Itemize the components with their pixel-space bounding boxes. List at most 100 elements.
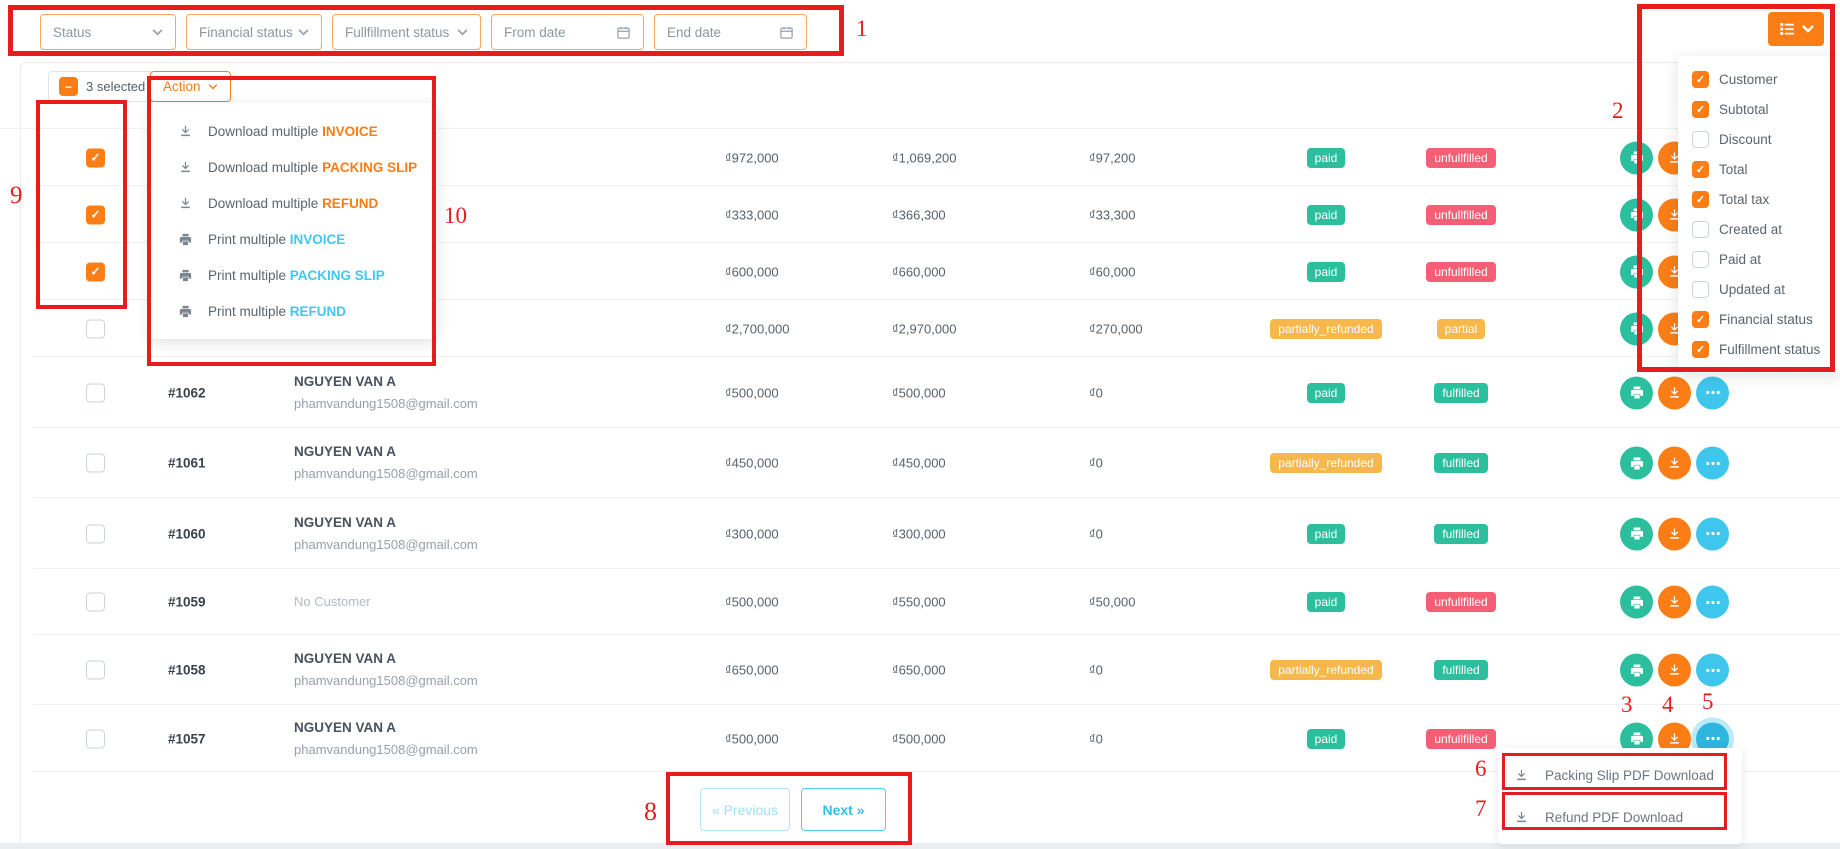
customer-email: phamvandung1508@gmail.com [294, 741, 478, 757]
tax-amount: ₫270,000 [1089, 321, 1143, 336]
subtotal-amount: ₫333,000 [725, 207, 779, 222]
column-settings-button[interactable] [1768, 12, 1824, 46]
fulfillment-status-filter-select[interactable]: Fullfillment status [332, 14, 481, 50]
checkbox[interactable] [1692, 281, 1709, 299]
end-date-input[interactable]: End date [654, 14, 807, 50]
select-all-checkbox[interactable]: − [59, 77, 78, 96]
customer-name: NGUYEN VAN A [294, 444, 397, 459]
row-checkbox[interactable] [86, 729, 105, 748]
column-toggle-updated-at[interactable]: Updated at [1692, 281, 1840, 299]
download-menu-item[interactable]: Download multiple INVOICE [150, 113, 437, 149]
column-toggle-created-at[interactable]: Created at [1692, 221, 1840, 239]
menu-item-keyword: REFUND [289, 303, 347, 319]
printer-icon [178, 268, 193, 283]
financial-status-filter-select[interactable]: Financial status [186, 14, 322, 50]
checkbox[interactable]: ✓ [1692, 100, 1709, 118]
selected-count-label: 3 selected [86, 79, 146, 94]
column-toggle-subtotal[interactable]: ✓ Subtotal [1692, 100, 1840, 118]
checkbox[interactable] [1692, 251, 1709, 269]
more-actions-button[interactable] [1696, 446, 1729, 480]
checkbox[interactable]: ✓ [1692, 190, 1709, 208]
download-button[interactable] [1658, 653, 1691, 687]
row-checkbox[interactable]: ✓ [86, 148, 105, 167]
menu-item-prefix: Print multiple [208, 303, 290, 319]
print-button[interactable] [1620, 141, 1653, 174]
checkbox[interactable] [1692, 130, 1709, 148]
print-button[interactable] [1620, 446, 1653, 480]
printer-icon [178, 232, 193, 247]
row-checkbox[interactable] [86, 319, 105, 338]
column-toggle-total[interactable]: ✓ Total [1692, 160, 1840, 178]
print-button[interactable] [1620, 585, 1653, 619]
from-date-input[interactable]: From date [491, 14, 644, 50]
print-button[interactable] [1620, 255, 1653, 288]
subtotal-amount: ₫450,000 [725, 455, 779, 471]
row-checkbox[interactable] [86, 660, 105, 680]
print-menu-item[interactable]: Print multiple INVOICE [150, 221, 437, 257]
financial-status-badge: partially_refunded [1270, 318, 1382, 339]
total-amount: ₫2,970,000 [892, 321, 957, 336]
row-checkbox[interactable] [86, 453, 105, 473]
order-number: #1061 [168, 455, 206, 471]
more-actions-button[interactable] [1696, 585, 1729, 619]
action-button[interactable]: Action [150, 71, 231, 102]
order-number: #1057 [168, 731, 206, 746]
menu-item-label: Print multiple REFUND [208, 304, 346, 319]
row-checkbox[interactable] [86, 592, 105, 612]
column-toggle-financial-status[interactable]: ✓ Financial status [1692, 311, 1840, 329]
row-checkbox[interactable]: ✓ [86, 262, 105, 281]
print-button[interactable] [1620, 517, 1653, 550]
download-button[interactable] [1658, 517, 1691, 550]
financial-status-cell: partially_refunded [1250, 660, 1402, 680]
orders-page: Status Financial status Fullfillment sta… [0, 0, 1840, 849]
row-checkbox[interactable] [86, 524, 105, 543]
total-amount: ₫500,000 [892, 385, 946, 400]
row-checkbox[interactable] [86, 383, 105, 402]
menu-item-keyword: INVOICE [289, 231, 346, 247]
column-toggle-customer[interactable]: ✓ Customer [1692, 70, 1840, 88]
checkbox[interactable]: ✓ [1692, 311, 1709, 329]
pdf-download-menu-item[interactable]: Packing Slip PDF Download [1514, 768, 1742, 783]
customer-cell: NGUYEN VAN A phamvandung1508@gmail.com [294, 441, 478, 485]
subtotal-amount: ₫2,700,000 [725, 321, 790, 336]
download-menu-item[interactable]: Download multiple PACKING SLIP [150, 149, 437, 185]
more-actions-button[interactable] [1696, 376, 1729, 409]
pdf-download-menu-item[interactable]: Refund PDF Download [1514, 810, 1742, 825]
checkbox[interactable]: ✓ [1692, 160, 1709, 178]
next-page-button[interactable]: Next » [801, 788, 886, 831]
download-menu-item[interactable]: Download multiple REFUND [150, 185, 437, 221]
customer-cell: NGUYEN VAN A phamvandung1508@gmail.com [294, 512, 478, 556]
previous-page-button[interactable]: « Previous [700, 788, 790, 831]
checkbox[interactable]: ✓ [1692, 341, 1709, 359]
total-amount: ₫500,000 [892, 731, 946, 746]
status-filter-select[interactable]: Status [40, 14, 176, 50]
column-toggle-fulfillment-status[interactable]: ✓ Fulfillment status [1692, 341, 1840, 359]
print-menu-item[interactable]: Print multiple PACKING SLIP [150, 257, 437, 293]
fulfillment-status-badge: fulfilled [1434, 660, 1488, 680]
print-menu-item[interactable]: Print multiple REFUND [150, 293, 437, 329]
menu-item-label: Print multiple PACKING SLIP [208, 268, 385, 283]
more-actions-button[interactable] [1696, 653, 1729, 687]
checkbox[interactable]: ✓ [1692, 70, 1709, 88]
annotation-label-2: 2 [1612, 98, 1624, 123]
column-toggle-total-tax[interactable]: ✓ Total tax [1692, 190, 1840, 208]
customer-name: NGUYEN VAN A [294, 719, 397, 735]
subtotal-amount: ₫650,000 [725, 662, 779, 678]
more-actions-button[interactable] [1696, 517, 1729, 550]
checkbox[interactable] [1692, 221, 1709, 239]
fulfillment-status-cell: unfullfilled [1408, 147, 1514, 168]
download-button[interactable] [1658, 446, 1691, 480]
print-button[interactable] [1620, 376, 1653, 409]
fulfillment-status-filter-label: Fullfillment status [345, 24, 450, 40]
print-button[interactable] [1620, 312, 1653, 345]
subtotal-amount: ₫600,000 [725, 264, 779, 279]
row-checkbox[interactable]: ✓ [86, 205, 105, 224]
column-toggle-paid-at[interactable]: Paid at [1692, 251, 1840, 269]
customer-email: phamvandung1508@gmail.com [294, 395, 478, 411]
print-button[interactable] [1620, 653, 1653, 687]
column-toggle-discount[interactable]: Discount [1692, 130, 1840, 148]
fulfillment-status-cell: unfullfilled [1408, 592, 1514, 612]
download-button[interactable] [1658, 376, 1691, 409]
download-button[interactable] [1658, 585, 1691, 619]
print-button[interactable] [1620, 198, 1653, 231]
